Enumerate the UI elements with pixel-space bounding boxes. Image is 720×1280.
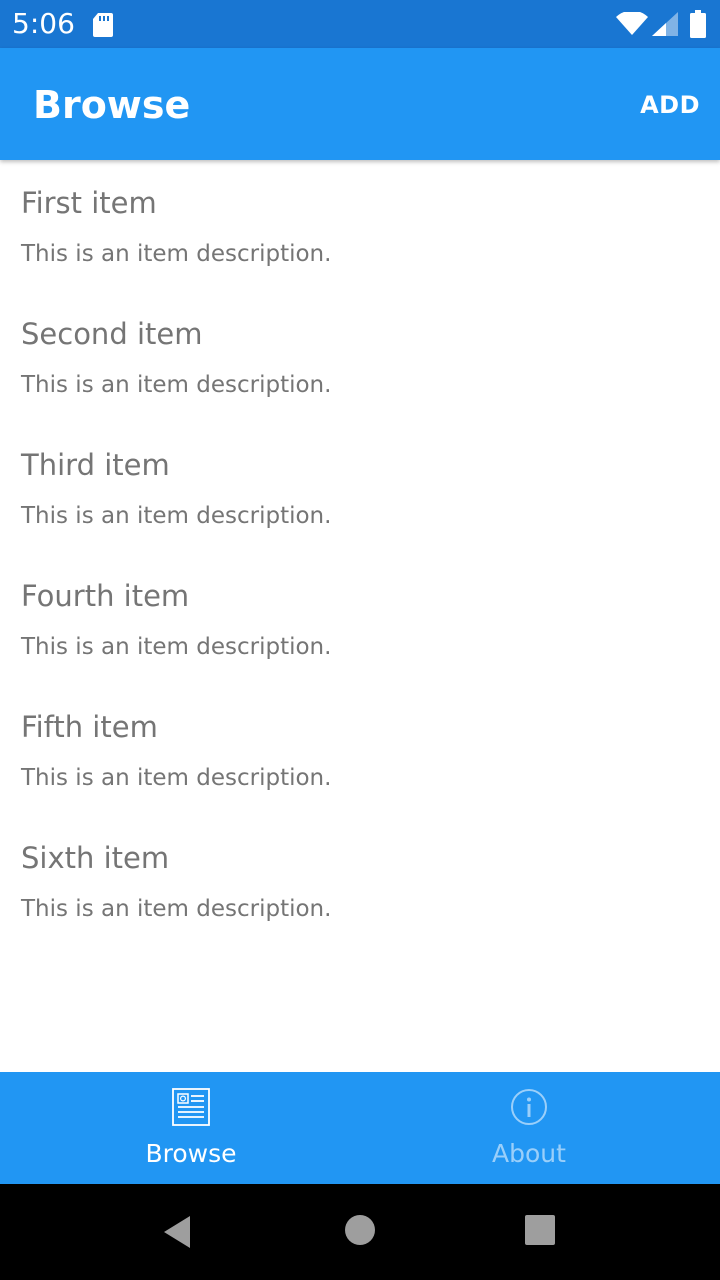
tab-label: About: [492, 1139, 566, 1168]
recents-icon[interactable]: [524, 1214, 556, 1246]
list-item[interactable]: Second item This is an item description.: [0, 291, 720, 422]
system-nav-bar: [0, 1184, 720, 1280]
app-bar: Browse ADD: [0, 48, 720, 160]
sd-card-icon: [93, 13, 113, 37]
item-description: This is an item description.: [21, 241, 332, 267]
item-title: Fifth item: [21, 710, 158, 744]
home-icon[interactable]: [344, 1214, 376, 1246]
item-description: This is an item description.: [21, 372, 332, 398]
battery-icon: [690, 10, 706, 38]
tab-label: Browse: [145, 1139, 237, 1168]
wifi-icon: [616, 12, 648, 35]
item-description: This is an item description.: [21, 896, 332, 922]
list-item[interactable]: Fifth item This is an item description.: [0, 684, 720, 815]
back-icon[interactable]: [160, 1214, 196, 1250]
item-title: Second item: [21, 317, 203, 351]
item-title: Fourth item: [21, 579, 190, 613]
item-title: Third item: [21, 448, 170, 482]
signal-icon: [652, 12, 678, 36]
status-bar: 5:06: [0, 0, 720, 48]
item-description: This is an item description.: [21, 503, 332, 529]
item-description: This is an item description.: [21, 634, 332, 660]
screen: 5:06 Browse ADD First item This is an it…: [0, 0, 720, 1280]
tab-about[interactable]: About: [348, 1072, 708, 1184]
browse-list-icon: [172, 1088, 210, 1126]
add-button[interactable]: ADD: [640, 90, 700, 120]
item-list: First item This is an item description. …: [0, 160, 720, 1072]
status-time: 5:06: [12, 7, 75, 40]
item-description: This is an item description.: [21, 765, 332, 791]
list-item[interactable]: First item This is an item description.: [0, 160, 720, 291]
page-title: Browse: [33, 83, 191, 127]
item-title: Sixth item: [21, 841, 170, 875]
list-item[interactable]: Fourth item This is an item description.: [0, 553, 720, 684]
info-icon: [511, 1089, 547, 1125]
list-item[interactable]: Sixth item This is an item description.: [0, 815, 720, 946]
list-item[interactable]: Third item This is an item description.: [0, 422, 720, 553]
item-title: First item: [21, 186, 157, 220]
bottom-tab-bar: Browse About: [0, 1072, 720, 1184]
tab-browse[interactable]: Browse: [10, 1072, 370, 1184]
